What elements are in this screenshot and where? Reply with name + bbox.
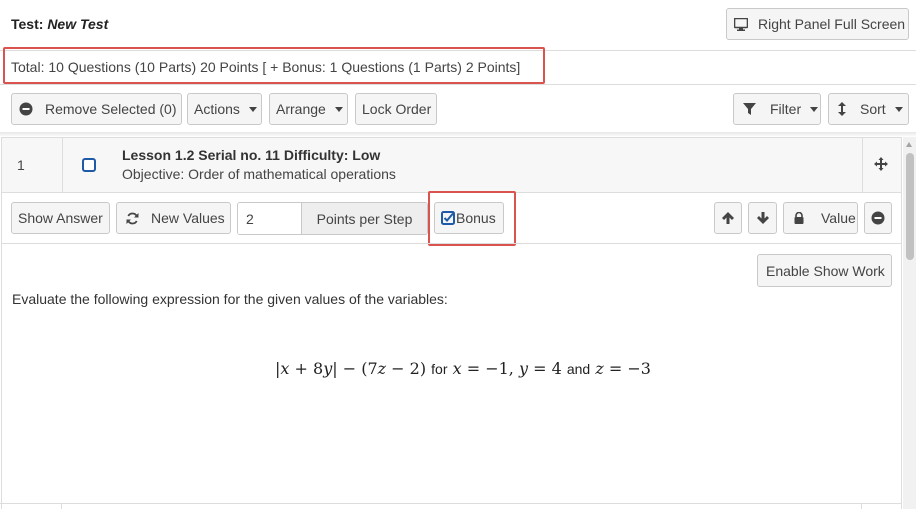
sort-arrows-icon [838,102,846,116]
question-prompt: Evaluate the following expression for th… [12,291,448,307]
right-panel-full-screen-label: Right Panel Full Screen [758,16,906,32]
filter-icon [743,103,756,115]
minus-circle-icon [19,102,33,116]
question-select-checkbox[interactable] [82,158,96,172]
value-lock-button[interactable]: Value [783,202,858,234]
row-separator [61,503,62,509]
show-answer-label: Show Answer [18,210,103,226]
right-panel-full-screen-button[interactable]: Right Panel Full Screen [726,8,909,40]
question-title: Lesson 1.2 Serial no. 11 Difficulty: Low [122,147,381,163]
points-per-step-addon: Points per Step [302,203,427,234]
test-name: New Test [47,16,109,32]
scrollbar-track[interactable] [903,137,916,509]
row-separator [862,138,863,193]
remove-question-button[interactable] [864,202,892,234]
header-bar: Test: New Test Right Panel Full Screen [0,0,916,50]
summary-highlight-box [3,47,545,84]
scrollbar-thumb[interactable] [906,153,914,260]
actions-label: Actions [194,101,240,117]
value-label: Value [821,210,856,226]
show-answer-button[interactable]: Show Answer [11,202,110,234]
new-values-label: New Values [151,210,225,226]
points-input[interactable] [238,203,302,234]
test-title: Test: New Test [11,16,108,32]
drag-move-icon[interactable] [874,157,888,171]
scrollbar-up-arrow[interactable] [906,142,912,147]
divider [0,84,916,85]
remove-selected-button[interactable]: Remove Selected (0) [11,93,182,125]
lock-order-label: Lock Order [362,101,432,117]
question-objective: Objective: Order of mathematical operati… [122,166,396,182]
lock-order-button[interactable]: Lock Order [355,93,437,125]
arrange-label: Arrange [276,101,326,117]
divider [2,243,901,244]
arrange-dropdown[interactable]: Arrange [269,93,348,125]
sort-dropdown[interactable]: Sort [828,93,909,125]
points-input-group: Points per Step [237,202,428,235]
new-values-button[interactable]: New Values [116,202,231,234]
sort-label: Sort [860,101,886,117]
row-separator [861,503,862,509]
expression-and-word: and [566,361,591,377]
arrow-down-icon [756,212,769,224]
move-up-button[interactable] [714,202,742,234]
monitor-icon [734,17,748,31]
math-expression: |x + 8y| − (7z − 2) for x = −1, y = 4 an… [275,359,651,378]
bonus-highlight-box [428,191,516,246]
remove-selected-label: Remove Selected (0) [45,101,177,117]
refresh-icon [126,212,139,225]
filter-label: Filter [770,101,802,117]
test-title-prefix: Test: [11,16,44,32]
enable-show-work-label: Enable Show Work [766,262,885,279]
row-separator [62,138,63,193]
divider [0,503,902,504]
caret-down-icon [334,106,343,112]
enable-show-work-button[interactable]: Enable Show Work [757,254,892,287]
arrow-up-icon [722,212,734,224]
caret-down-icon [248,106,257,112]
lock-icon [794,212,804,224]
filter-dropdown[interactable]: Filter [733,93,821,125]
expression-for-word: for [431,361,448,377]
caret-down-icon [894,106,903,112]
question-number: 1 [17,157,25,173]
caret-down-icon [810,106,819,112]
actions-dropdown[interactable]: Actions [187,93,262,125]
question-card: 1 Lesson 1.2 Serial no. 11 Difficulty: L… [1,137,902,509]
minus-circle-icon [871,211,885,225]
question-row: 1 Lesson 1.2 Serial no. 11 Difficulty: L… [2,138,901,193]
move-down-button[interactable] [748,202,777,234]
